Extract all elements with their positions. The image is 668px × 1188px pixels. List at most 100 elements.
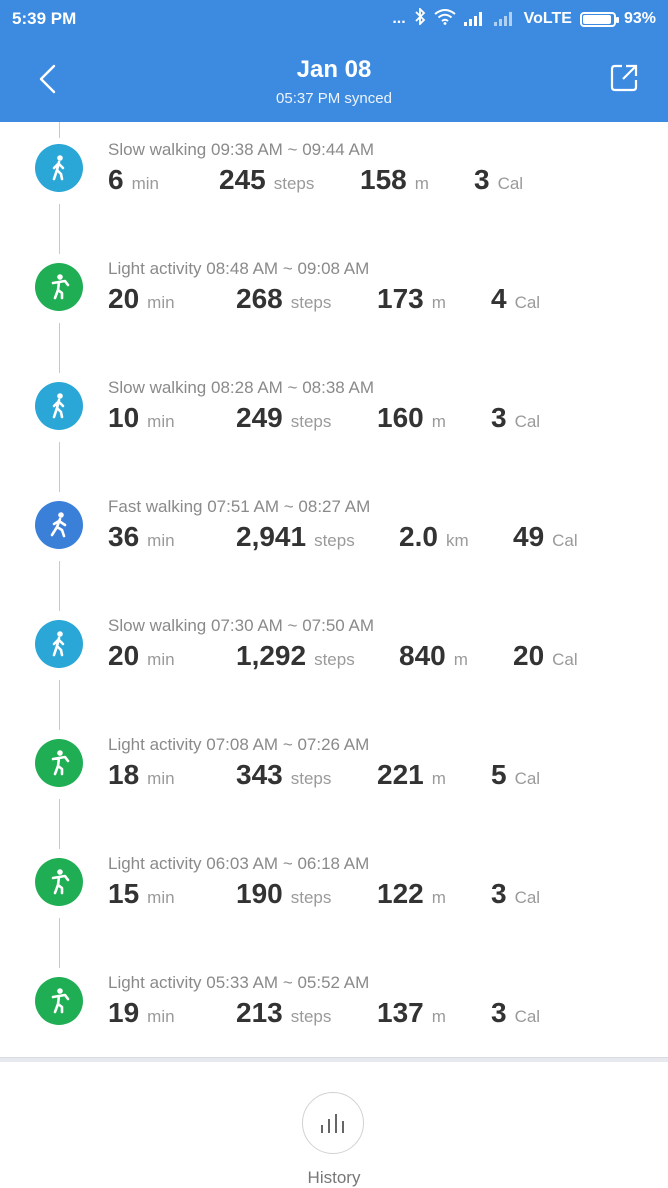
activity-title: Light activity 05:33 AM ~ 05:52 AM: [108, 973, 370, 992]
distance-stat: 221 m: [377, 759, 446, 791]
distance-value: 122: [377, 878, 424, 909]
calories-stat: 49 Cal: [513, 521, 578, 553]
activity-item[interactable]: Light activity 05:33 AM ~ 05:52 AM 19 min…: [0, 973, 668, 1057]
distance-unit: km: [445, 531, 469, 550]
distance-unit: m: [414, 174, 429, 193]
more-dots-icon: ...: [392, 10, 406, 27]
calories-value: 5: [491, 759, 507, 790]
calories-value: 4: [491, 283, 507, 314]
steps-stat: 343 steps: [236, 759, 331, 791]
activity-item[interactable]: Slow walking 09:38 AM ~ 09:44 AM 6 min 24…: [0, 140, 668, 240]
app-header: 5:39 PM ... VoLTE 93% Jan 08 05:37 PM sy…: [0, 0, 668, 122]
calories-unit: Cal: [514, 1007, 541, 1026]
activity-item[interactable]: Slow walking 08:28 AM ~ 08:38 AM 10 min 2…: [0, 378, 668, 478]
battery-level: [582, 14, 611, 24]
distance-unit: m: [431, 412, 446, 431]
duration-unit: min: [131, 174, 159, 193]
duration-stat: 6 min: [108, 164, 159, 196]
light-activity-icon: [35, 739, 83, 787]
steps-unit: steps: [314, 650, 355, 669]
distance-stat: 2.0 km: [399, 521, 469, 553]
calories-unit: Cal: [552, 531, 578, 550]
distance-value: 158: [360, 164, 407, 195]
activity-title: Fast walking 07:51 AM ~ 08:27 AM: [108, 497, 371, 516]
distance-unit: m: [431, 293, 446, 312]
distance-value: 840: [399, 640, 446, 671]
steps-unit: steps: [290, 888, 332, 907]
calories-stat: 5 Cal: [491, 759, 540, 791]
activity-item[interactable]: Slow walking 07:30 AM ~ 07:50 AM 20 min 1…: [0, 616, 668, 716]
calories-stat: 3 Cal: [491, 402, 540, 434]
calories-unit: Cal: [514, 888, 541, 907]
slow-walking-icon: [35, 620, 83, 668]
duration-stat: 15 min: [108, 878, 175, 910]
steps-value: 249: [236, 402, 283, 433]
distance-value: 221: [377, 759, 424, 790]
calories-unit: Cal: [514, 293, 541, 312]
status-icons: ... VoLTE 93%: [392, 6, 656, 30]
page-title: Jan 08: [296, 56, 372, 83]
distance-value: 137: [377, 997, 424, 1028]
distance-value: 160: [377, 402, 424, 433]
steps-value: 1,292: [236, 640, 307, 671]
distance-unit: m: [431, 769, 446, 788]
distance-stat: 173 m: [377, 283, 446, 315]
calories-value: 49: [513, 521, 545, 552]
steps-unit: steps: [290, 769, 332, 788]
duration-stat: 19 min: [108, 997, 175, 1029]
duration-value: 18: [108, 759, 140, 790]
steps-unit: steps: [290, 293, 332, 312]
bottom-bar: History: [0, 1062, 668, 1188]
distance-value: 173: [377, 283, 424, 314]
duration-stat: 36 min: [108, 521, 175, 553]
signal-strength-icon: [463, 12, 486, 26]
activity-item[interactable]: Light activity 08:48 AM ~ 09:08 AM 20 min…: [0, 259, 668, 359]
activity-item[interactable]: Light activity 07:08 AM ~ 07:26 AM 18 min…: [0, 735, 668, 835]
steps-stat: 2,941 steps: [236, 521, 355, 553]
activity-title: Light activity 06:03 AM ~ 06:18 AM: [108, 854, 370, 873]
fast-walking-icon: [35, 501, 83, 549]
activity-item[interactable]: Fast walking 07:51 AM ~ 08:27 AM 36 min 2…: [0, 497, 668, 597]
calories-unit: Cal: [497, 174, 524, 193]
duration-stat: 18 min: [108, 759, 175, 791]
duration-unit: min: [147, 412, 175, 431]
duration-stat: 10 min: [108, 402, 175, 434]
distance-stat: 160 m: [377, 402, 446, 434]
calories-stat: 20 Cal: [513, 640, 578, 672]
activity-title: Slow walking 09:38 AM ~ 09:44 AM: [108, 140, 375, 159]
steps-stat: 249 steps: [236, 402, 331, 434]
activity-item[interactable]: Light activity 06:03 AM ~ 06:18 AM 15 min…: [0, 854, 668, 954]
timeline-line: [59, 122, 60, 138]
light-activity-icon: [35, 977, 83, 1025]
calories-value: 3: [491, 997, 507, 1028]
distance-stat: 840 m: [399, 640, 468, 672]
steps-value: 190: [236, 878, 283, 909]
distance-unit: m: [431, 1007, 446, 1026]
steps-stat: 1,292 steps: [236, 640, 355, 672]
duration-value: 19: [108, 997, 140, 1028]
calories-stat: 3 Cal: [491, 878, 540, 910]
steps-value: 343: [236, 759, 283, 790]
steps-stat: 213 steps: [236, 997, 331, 1029]
signal-strength-secondary-icon: [493, 12, 516, 26]
battery-percent: 93%: [623, 10, 656, 27]
activity-title: Slow walking 07:30 AM ~ 07:50 AM: [108, 616, 375, 635]
activity-list[interactable]: Slow walking 09:38 AM ~ 09:44 AM 6 min 24…: [0, 122, 668, 1057]
duration-stat: 20 min: [108, 283, 175, 315]
history-label[interactable]: History: [0, 1168, 668, 1188]
distance-stat: 137 m: [377, 997, 446, 1029]
wifi-icon: [434, 8, 456, 30]
calories-value: 3: [491, 878, 507, 909]
sync-status: 05:37 PM synced: [276, 90, 392, 107]
duration-unit: min: [147, 531, 175, 550]
duration-value: 10: [108, 402, 140, 433]
steps-stat: 268 steps: [236, 283, 331, 315]
history-button[interactable]: [302, 1092, 364, 1154]
steps-unit: steps: [273, 174, 315, 193]
share-button[interactable]: [608, 62, 640, 94]
distance-value: 2.0: [399, 521, 438, 552]
duration-value: 20: [108, 283, 140, 314]
duration-value: 20: [108, 640, 140, 671]
calories-stat: 3 Cal: [491, 997, 540, 1029]
duration-unit: min: [147, 293, 175, 312]
